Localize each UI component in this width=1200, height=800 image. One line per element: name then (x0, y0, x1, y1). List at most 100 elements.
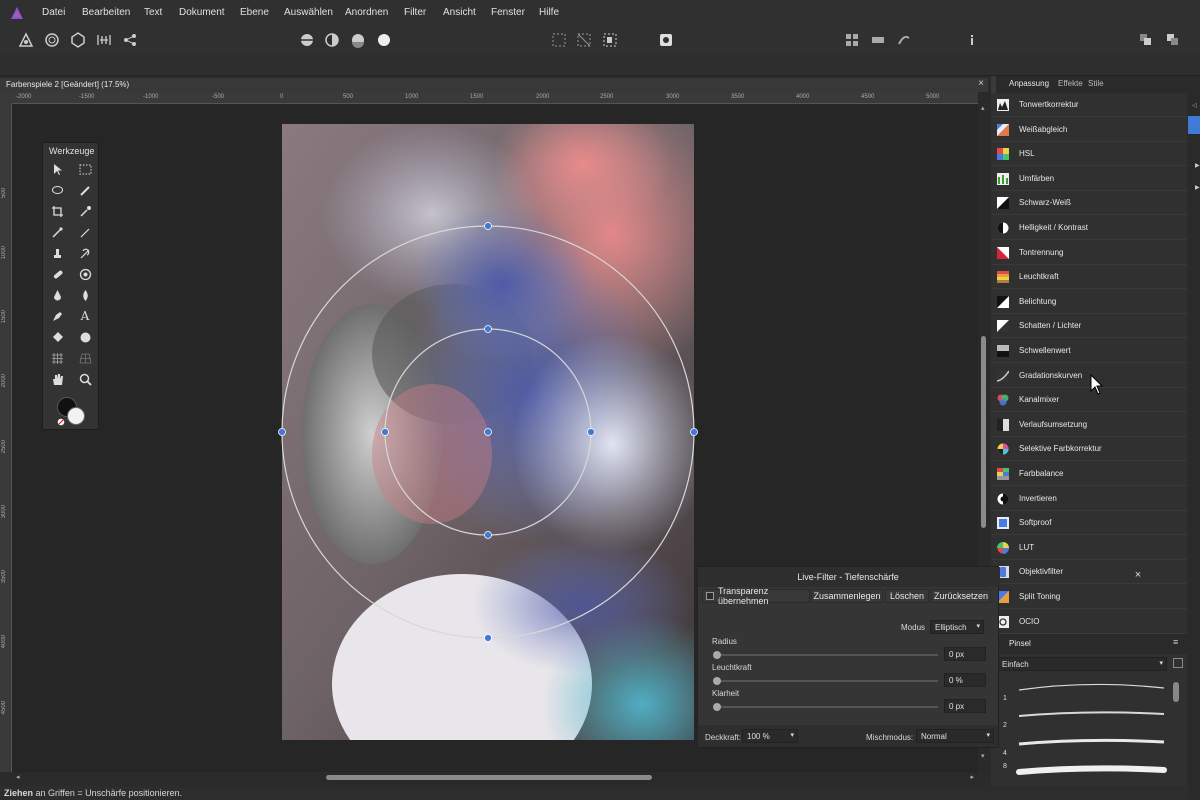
tab-anpassung[interactable]: Anpassung (1009, 79, 1049, 88)
radius-slider-track[interactable] (716, 654, 938, 656)
menu-bearbeiten[interactable]: Bearbeiten (82, 7, 130, 18)
perspective-tool-icon[interactable] (76, 349, 94, 367)
adjustment-item[interactable]: Umfärben (991, 167, 1187, 191)
inpainting-tool-icon[interactable] (48, 265, 66, 283)
horizontal-scroll-thumb[interactable] (326, 775, 652, 780)
undo-brush-tool-icon[interactable] (76, 244, 94, 262)
adjustment-item[interactable]: OCIO (991, 610, 1187, 634)
adjustment-item[interactable]: Weißabgleich (991, 118, 1187, 142)
adjustment-item[interactable]: Tontrennung (991, 241, 1187, 265)
arrange-back-icon[interactable] (1163, 30, 1183, 50)
red-eye-tool-icon[interactable] (76, 265, 94, 283)
close-document-icon[interactable]: × (978, 78, 984, 89)
adjustment-item[interactable]: Schatten / Lichter (991, 314, 1187, 339)
pen-tool-icon[interactable] (48, 307, 66, 325)
depth-of-field-overlay[interactable] (270, 215, 710, 651)
menu-datei[interactable]: Datei (42, 7, 65, 18)
adjustment-item[interactable]: Belichtung (991, 290, 1187, 314)
menu-anordnen[interactable]: Anordnen (345, 7, 388, 18)
adjustment-item[interactable]: Schwellenwert (991, 339, 1187, 363)
text-tool-icon[interactable]: A (76, 307, 94, 325)
info-icon[interactable] (962, 30, 982, 50)
secondary-color-swatch[interactable] (67, 407, 85, 425)
move-tool-icon[interactable] (48, 160, 66, 178)
develop-persona-icon[interactable] (68, 30, 88, 50)
delete-button[interactable]: Löschen (885, 589, 929, 603)
menu-ansicht[interactable]: Ansicht (443, 7, 476, 18)
brush-category-dropdown[interactable]: Einfach ▾ (997, 657, 1167, 671)
transparency-checkbox[interactable]: Transparenz übernehmen (702, 586, 810, 606)
adjustment-item[interactable]: Softproof (991, 511, 1187, 536)
fill-tool-icon[interactable] (48, 328, 66, 346)
photo-persona-icon[interactable] (16, 30, 36, 50)
assistant-icon[interactable] (894, 30, 914, 50)
clone-tool-icon[interactable] (48, 244, 66, 262)
quick-mask-icon[interactable] (348, 30, 368, 50)
select-all-icon[interactable] (549, 30, 569, 50)
glow-slider-track[interactable] (716, 680, 938, 682)
split-view-icon[interactable] (322, 30, 342, 50)
vertical-scroll-thumb[interactable] (981, 336, 986, 528)
panel-menu-icon[interactable]: ≡ (1173, 637, 1178, 647)
mode-dropdown[interactable]: Elliptisch ▾ (930, 620, 984, 634)
adjustment-item[interactable]: LUT (991, 536, 1187, 560)
clarity-slider-track[interactable] (716, 706, 938, 708)
selection-brush-tool-icon[interactable] (76, 181, 94, 199)
paint-brush-tool-icon[interactable] (48, 223, 66, 241)
merge-button[interactable]: Zusammenlegen (811, 589, 883, 603)
adjustment-item[interactable]: Kanalmixer (991, 388, 1187, 413)
menu-ebene[interactable]: Ebene (240, 7, 269, 18)
no-color-icon[interactable] (57, 418, 65, 426)
scroll-down-arrow-icon[interactable]: ▾ (981, 752, 985, 760)
adjustment-item[interactable]: Split Toning (991, 585, 1187, 609)
arrange-front-icon[interactable] (1136, 30, 1156, 50)
brush-strokes[interactable] (1009, 680, 1169, 780)
pixel-tool-icon[interactable] (76, 223, 94, 241)
reset-button[interactable]: Zurücksetzen (931, 589, 991, 603)
panel-grip[interactable] (991, 76, 996, 93)
crop-tool-icon[interactable] (48, 202, 66, 220)
view-tool-icon[interactable] (48, 370, 66, 388)
blend-mode-dropdown[interactable]: Normal ▾ (916, 729, 994, 743)
active-side-tab[interactable] (1188, 116, 1200, 134)
rectangle-marquee-tool-icon[interactable] (76, 160, 94, 178)
menu-hilfe[interactable]: Hilfe (539, 7, 559, 18)
adjustment-item[interactable]: Verlaufsumsetzung (991, 413, 1187, 437)
clarity-slider-knob[interactable] (713, 703, 721, 711)
checkbox-box[interactable] (706, 592, 714, 600)
adjustment-item[interactable]: HSL (991, 142, 1187, 167)
scroll-up-arrow-icon[interactable]: ▴ (981, 104, 985, 112)
close-dialog-icon[interactable]: × (988, 569, 1200, 581)
zoom-tool-icon[interactable] (76, 370, 94, 388)
scroll-left-arrow-icon[interactable]: ◂ (16, 773, 20, 781)
expand-arrow-icon[interactable]: ▶ (1195, 184, 1200, 191)
adjustment-item[interactable]: Schwarz-Weiß (991, 191, 1187, 216)
tab-stile[interactable]: Stile (1088, 79, 1104, 88)
pixel-grid-icon[interactable] (868, 30, 888, 50)
menu-dokument[interactable]: Dokument (179, 7, 225, 18)
menu-fenster[interactable]: Fenster (491, 7, 525, 18)
document-tab[interactable]: Farbenspiele 2 [Geändert] (17.5%) × (0, 78, 988, 92)
export-persona-icon[interactable] (120, 30, 140, 50)
dodge-tool-icon[interactable] (48, 286, 66, 304)
blur-brush-tool-icon[interactable] (76, 286, 94, 304)
mesh-warp-tool-icon[interactable] (48, 349, 66, 367)
scroll-right-arrow-icon[interactable]: ▸ (970, 773, 974, 781)
color-picker-tool-icon[interactable] (76, 202, 94, 220)
adjustment-item[interactable]: Tonwertkorrektur (991, 93, 1187, 117)
tab-pinsel[interactable]: Pinsel (1009, 639, 1031, 648)
adjustment-item[interactable]: Farbbalance (991, 462, 1187, 486)
adjustment-item[interactable]: Leuchtkraft (991, 265, 1187, 290)
expand-arrow-icon[interactable]: ▶ (1195, 162, 1200, 169)
freehand-selection-tool-icon[interactable] (48, 181, 66, 199)
tab-effekte[interactable]: Effekte (1058, 79, 1083, 88)
adjustment-item[interactable]: Invertieren (991, 487, 1187, 511)
color-view-icon[interactable] (374, 30, 394, 50)
adjustment-item[interactable]: Gradationskurven (991, 364, 1187, 388)
glow-value-field[interactable]: 0 % (944, 673, 986, 687)
ellipse-tool-icon[interactable] (76, 328, 94, 346)
adjustment-item[interactable]: Selektive Farbkorrektur (991, 437, 1187, 462)
mask-layer-icon[interactable] (656, 30, 676, 50)
snapping-icon[interactable] (842, 30, 862, 50)
tone-mapping-persona-icon[interactable] (94, 30, 114, 50)
